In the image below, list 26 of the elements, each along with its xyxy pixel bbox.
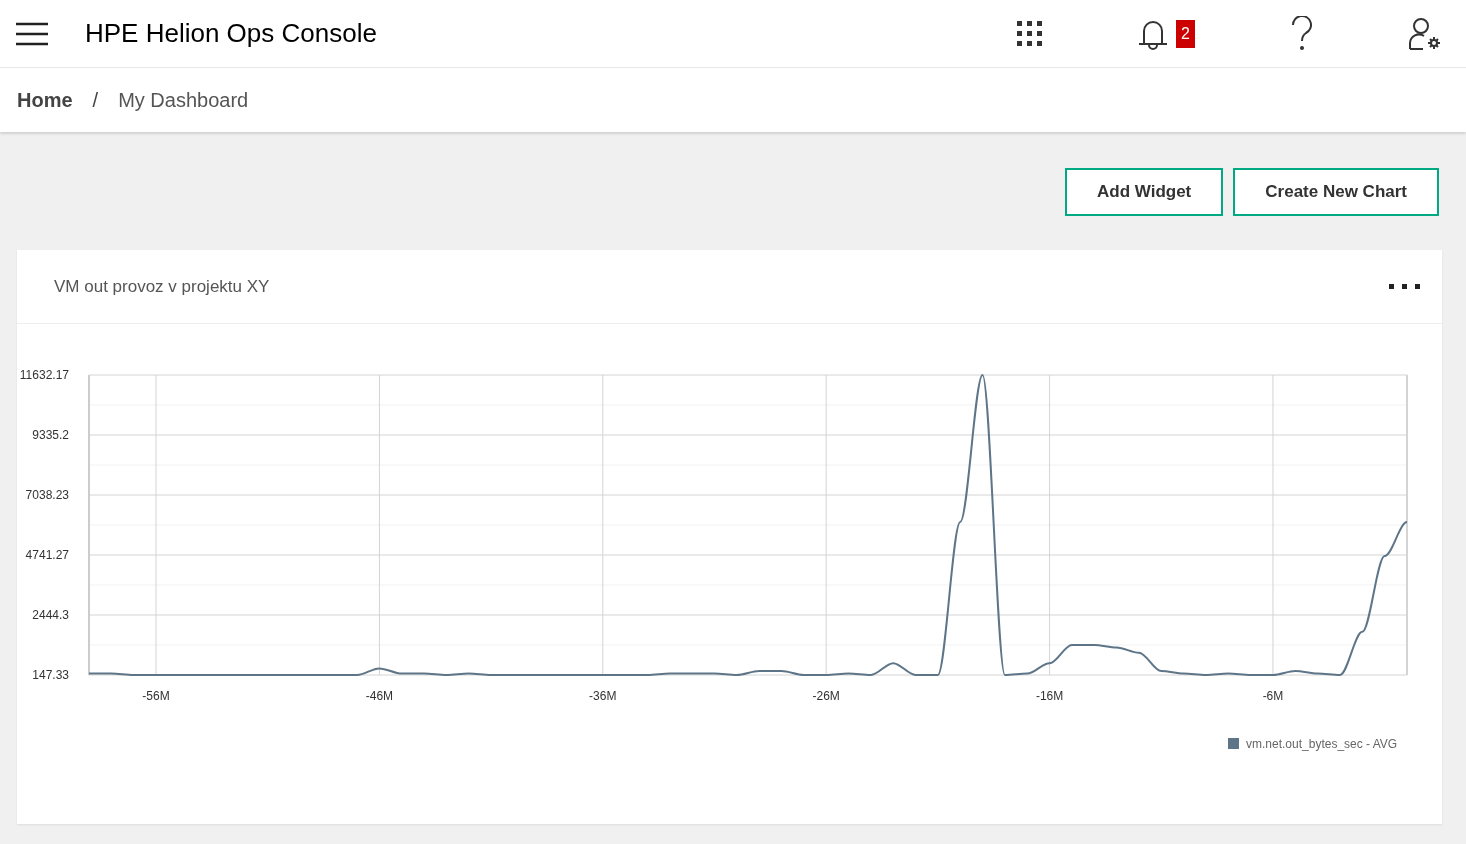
widget-title: VM out provoz v projektu XY [54,276,270,297]
y-axis-label: 4741.27 [25,548,69,562]
app-grid-icon[interactable] [1016,19,1045,48]
action-button[interactable]: Create New Chart [1233,168,1439,216]
x-axis-label: -46M [365,689,394,703]
x-axis-label: -16M [1035,689,1064,703]
breadcrumb-separator: / [92,88,99,112]
breadcrumb-link[interactable]: Home [17,88,73,112]
legend-label: vm.net.out_bytes_sec - AVG [1246,737,1398,751]
x-axis-label: -26M [812,689,840,703]
action-button[interactable]: Add Widget [1065,168,1224,216]
user-settings-icon[interactable] [1408,16,1442,51]
x-axis-label: -6M [1262,689,1284,703]
y-axis-label: 2444.3 [32,608,69,622]
more-options-icon[interactable] [1389,283,1421,290]
y-axis-label: 11632.17 [19,368,69,382]
notification-badge: 2 [1176,19,1195,48]
y-axis-label: 9335.2 [32,428,69,442]
breadcrumb-current[interactable]: My Dashboard [118,88,249,112]
x-axis-label: -56M [142,689,170,703]
help-icon[interactable] [1290,15,1314,52]
menu-icon[interactable] [16,21,48,46]
y-axis-label: 147.33 [32,668,69,682]
x-axis-label: -36M [589,689,617,703]
y-axis-label: 7038.23 [25,488,69,502]
app-title: HPE Helion Ops Console [85,18,378,49]
